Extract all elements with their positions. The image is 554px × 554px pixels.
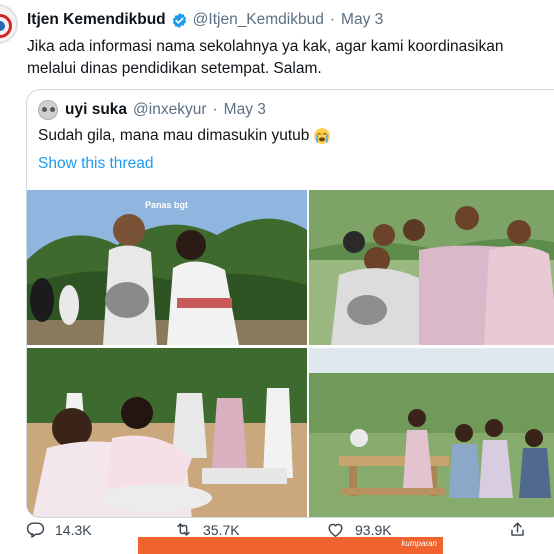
author-handle[interactable]: @Itjen_Kemdikbud: [193, 11, 324, 29]
quoted-tweet[interactable]: uyi suka @inxekyur · May 3 Sudah gila, m…: [26, 89, 554, 518]
avatar-eye-left: [42, 107, 47, 112]
quoted-author-name[interactable]: uyi suka: [65, 101, 127, 119]
share-icon: [511, 522, 524, 536]
reply-button[interactable]: 14.3K: [26, 520, 92, 539]
share-button[interactable]: [508, 520, 537, 539]
quoted-tweet-date[interactable]: May 3: [224, 101, 266, 119]
quoted-author-handle[interactable]: @inxekyur: [133, 101, 206, 119]
reply-count: 14.3K: [55, 521, 92, 538]
show-thread-link[interactable]: Show this thread: [38, 155, 153, 173]
verified-badge-icon: [171, 12, 188, 29]
crying-face-icon: [313, 127, 331, 145]
like-count: 93.9K: [355, 521, 392, 538]
quoted-tweet-text: Sudah gila, mana mau dimasukin yutub: [38, 127, 310, 144]
media-grid: Panas bgt: [27, 190, 554, 517]
reply-icon: [26, 522, 45, 538]
media-photo-2[interactable]: [309, 190, 554, 345]
header-separator: ·: [329, 11, 336, 28]
tweet-header: Itjen Kemendikbud @Itjen_Kemdikbud · May…: [27, 11, 383, 29]
media-photo-1[interactable]: Panas bgt: [27, 190, 307, 345]
avatar-eye-right: [50, 107, 55, 112]
brand-watermark-bar: kumparan: [138, 537, 443, 554]
quoted-tweet-header: uyi suka @inxekyur · May 3: [38, 100, 266, 120]
author-avatar[interactable]: [0, 4, 18, 44]
retweet-count: 35.7K: [203, 521, 240, 538]
brand-label: kumparan: [401, 539, 437, 548]
author-name[interactable]: Itjen Kemendikbud: [27, 11, 166, 29]
media-watermark: Panas bgt: [145, 200, 189, 210]
media-photo-4[interactable]: [309, 348, 554, 517]
quoted-tweet-text-row: Sudah gila, mana mau dimasukin yutub: [38, 127, 331, 145]
tweet-date[interactable]: May 3: [341, 11, 383, 29]
quoted-author-avatar[interactable]: [38, 100, 58, 120]
tweet-text: Jika ada informasi nama sekolahnya ya ka…: [27, 38, 504, 77]
media-photo-3[interactable]: [27, 348, 307, 517]
quoted-header-separator: ·: [212, 101, 218, 118]
